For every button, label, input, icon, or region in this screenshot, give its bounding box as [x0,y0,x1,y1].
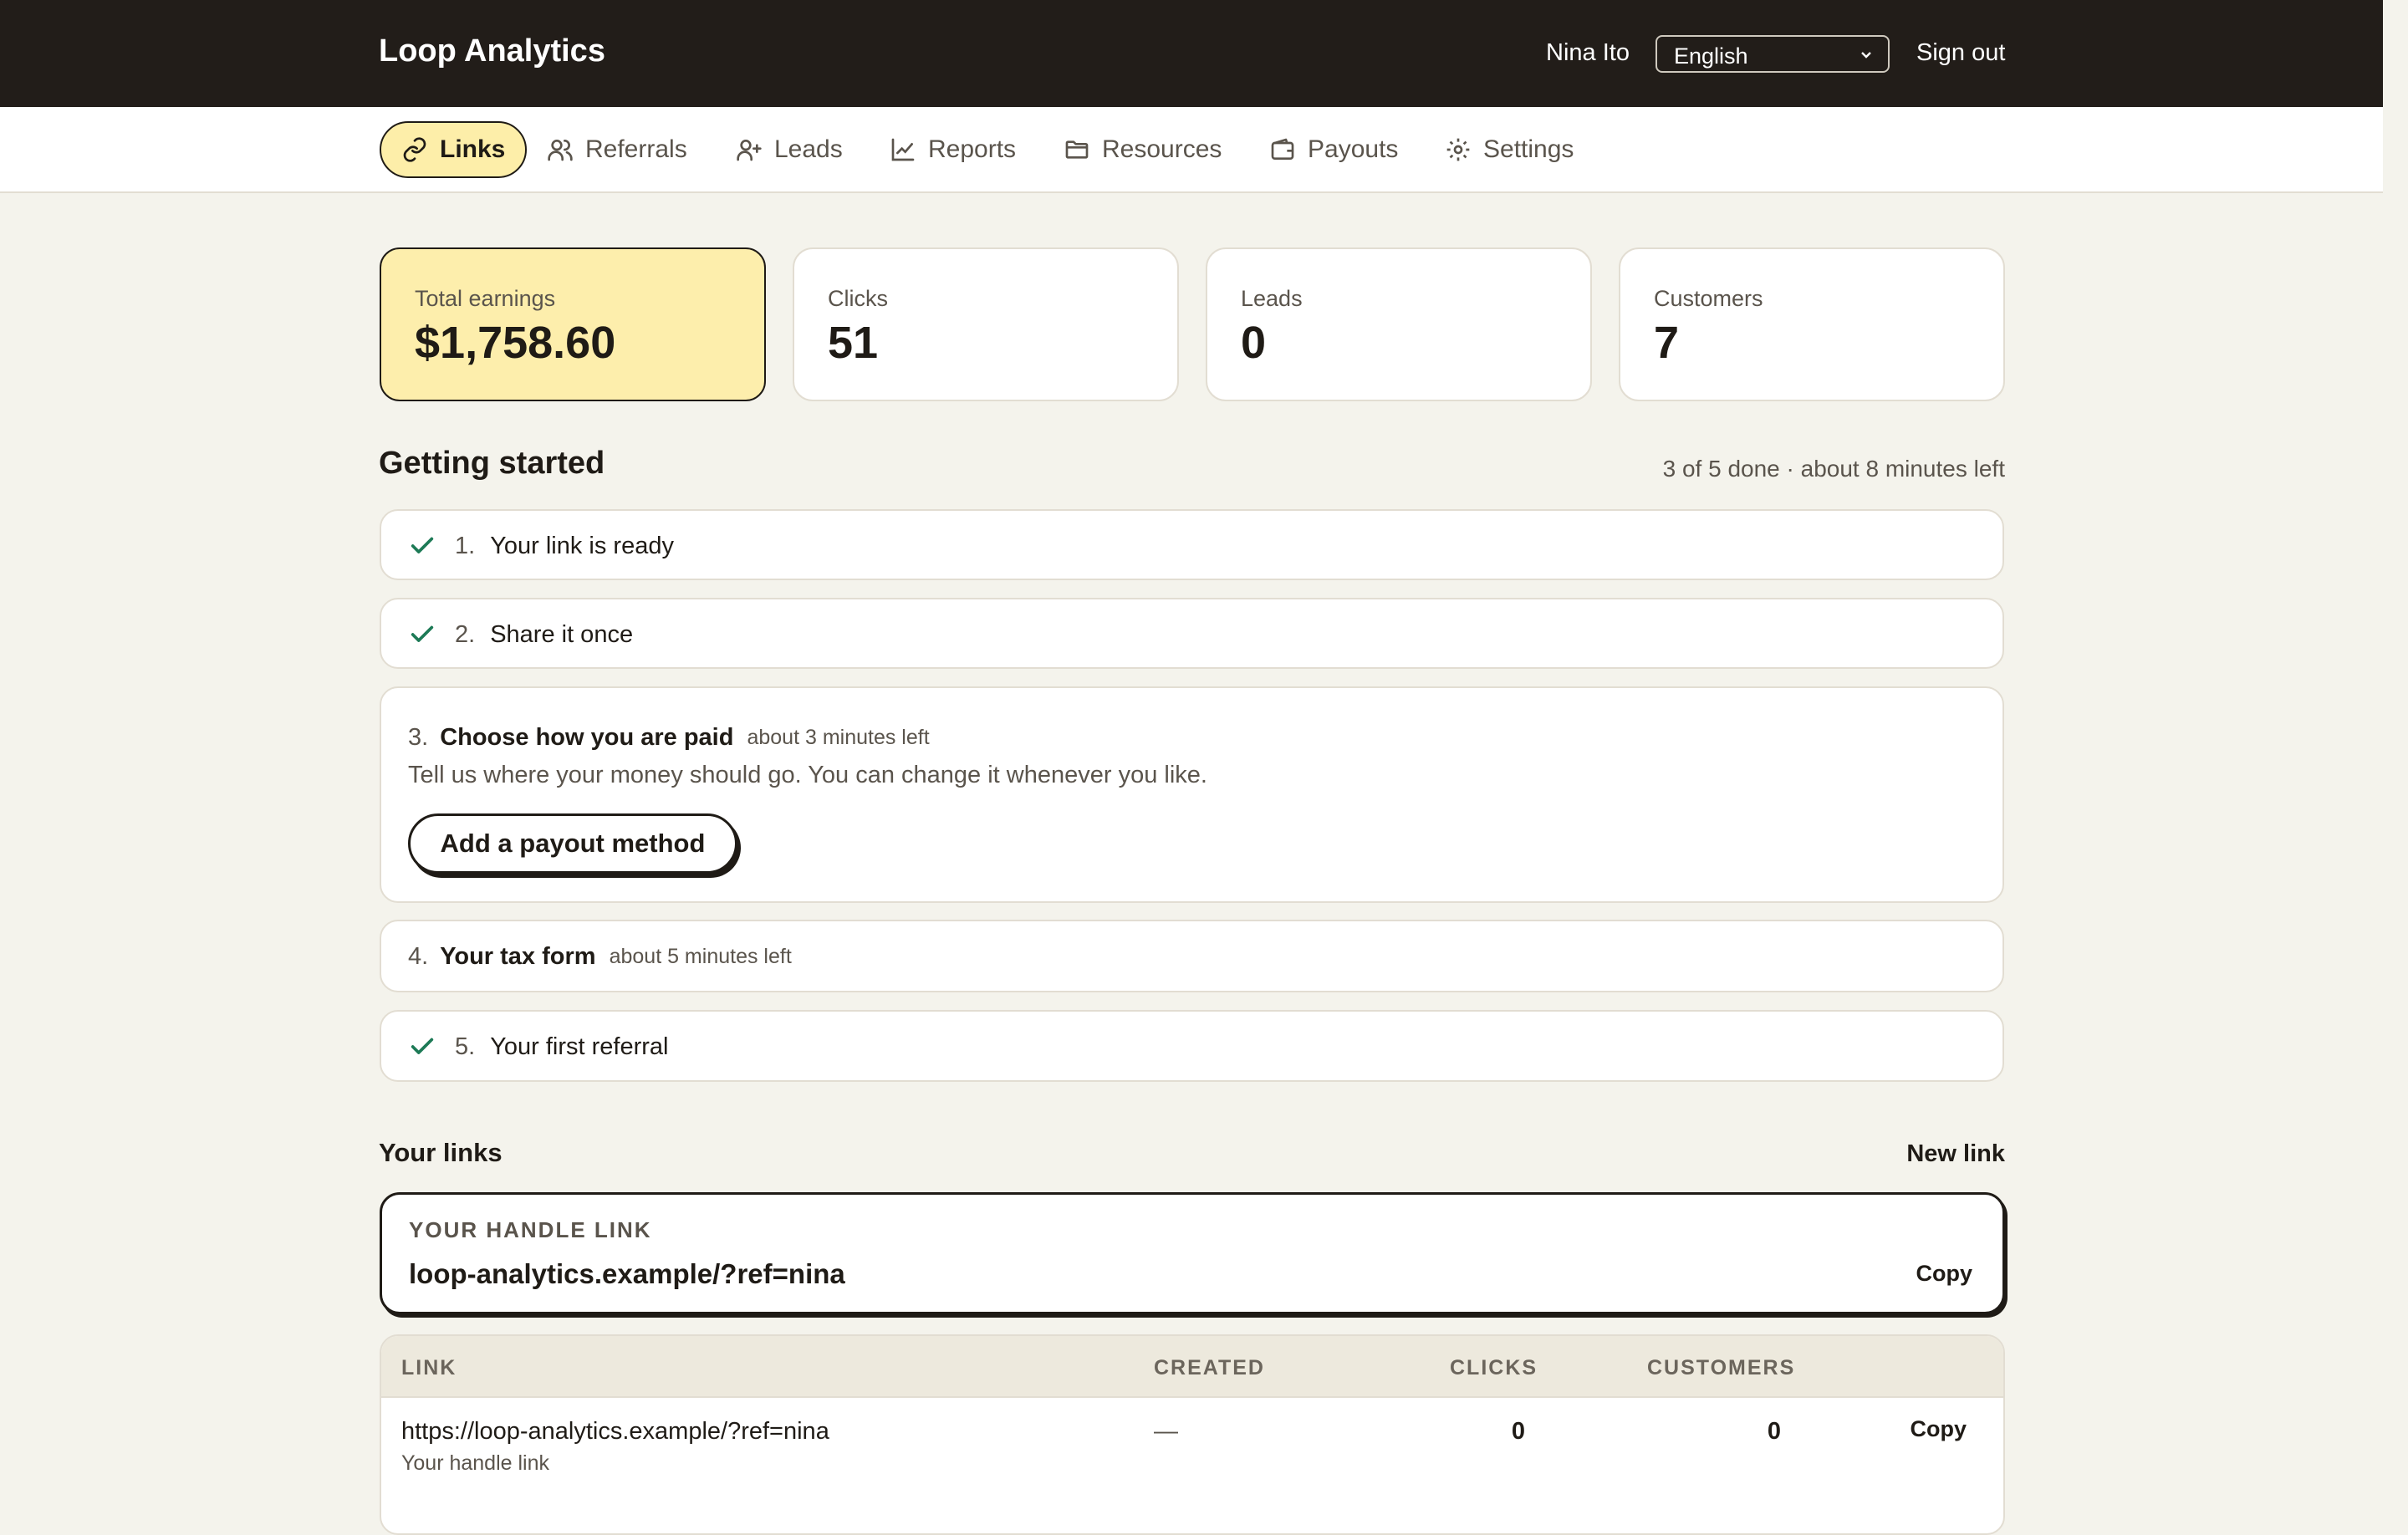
task-time-estimate: about 3 minutes left [747,725,930,749]
task-item-2[interactable]: 2. Share it once [380,598,2004,669]
gear-icon [1446,138,1470,161]
new-link-button[interactable]: New link [1839,1140,2005,1168]
check-icon [411,537,434,553]
column-header-link: LINK [401,1356,457,1379]
task-number: 1. [455,532,476,559]
stat-card-clicks: Clicks 51 [793,247,1179,401]
task-item-4[interactable]: 4. Your tax form about 5 minutes left [380,920,2004,992]
brand-logo[interactable]: Loop Analytics [379,33,605,69]
check-icon [411,1038,434,1054]
stat-label: Clicks [828,286,888,311]
task-title: Your tax form [440,943,596,970]
nav-tab-leads[interactable]: Leads [736,121,843,178]
main-nav: Links Referrals Leads Reports Resources … [0,107,2383,193]
copy-handle-link-button[interactable]: Copy [1916,1261,1973,1287]
nav-tab-links[interactable]: Links [380,121,528,178]
column-header-clicks: CLICKS [1450,1356,1538,1379]
task-description: Tell us where your money should go. You … [408,762,1207,788]
check-icon [411,625,434,642]
task-item-1[interactable]: 1. Your link is ready [380,509,2004,580]
column-header-created: CREATED [1154,1356,1265,1379]
folder-icon [1065,140,1089,159]
stat-card-leads: Leads 0 [1206,247,1592,401]
link-created: — [1154,1418,1178,1445]
link-subtitle: Your handle link [401,1451,549,1475]
stat-card-total-earnings: Total earnings $1,758.60 [380,247,766,401]
wallet-icon [1271,138,1294,160]
nav-tab-resources[interactable]: Resources [1064,121,1222,178]
nav-tab-label: Reports [928,135,1017,163]
link-clicks: 0 [1511,1418,1525,1445]
getting-started-title: Getting started [379,446,605,481]
sign-out-link[interactable]: Sign out [1916,39,2005,67]
link-customers: 0 [1767,1418,1781,1445]
handle-link-url: loop-analytics.example/?ref=nina [409,1258,845,1289]
users-icon [548,140,573,161]
stat-value: 7 [1654,318,1680,368]
stat-value: 0 [1241,318,1267,368]
nav-tab-label: Links [440,135,506,163]
nav-tab-settings[interactable]: Settings [1445,121,1574,178]
task-number: 5. [455,1033,476,1060]
chevron-down-icon [1861,52,1871,59]
links-table: LINK CREATED CLICKS CUSTOMERS https://lo… [380,1334,2005,1535]
your-links-title: Your links [379,1138,503,1167]
nav-tab-label: Settings [1483,135,1574,163]
getting-started-progress: 3 of 5 done · about 8 minutes left [1662,456,2005,482]
user-plus-icon [737,140,762,161]
top-bar: Loop Analytics Nina Ito English Sign out [0,0,2383,107]
table-row: https://loop-analytics.example/?ref=nina… [381,1398,2003,1498]
task-item-5[interactable]: 5. Your first referral [380,1010,2004,1082]
copy-link-button[interactable]: Copy [1870,1416,1967,1442]
user-name: Nina Ito [1546,39,1630,66]
task-title: Your link is ready [490,532,674,559]
stat-value: $1,758.60 [415,318,616,368]
link-icon [403,137,426,162]
task-number: 3. [408,723,429,751]
handle-link-label: YOUR HANDLE LINK [409,1217,652,1242]
language-select[interactable]: English [1656,35,1890,73]
stat-label: Total earnings [415,286,556,311]
nav-tab-label: Resources [1102,135,1222,163]
nav-tab-label: Payouts [1308,135,1399,163]
task-item-3: 3. Choose how you are paid about 3 minut… [380,686,2004,903]
task-title: Your first referral [490,1033,669,1060]
table-header: LINK CREATED CLICKS CUSTOMERS [381,1336,2003,1398]
link-url[interactable]: https://loop-analytics.example/?ref=nina [401,1418,829,1446]
stat-value: 51 [828,318,879,368]
nav-tab-payouts[interactable]: Payouts [1269,121,1398,178]
task-title: Choose how you are paid [440,723,734,751]
column-header-customers: CUSTOMERS [1647,1356,1796,1379]
task-title: Share it once [490,620,634,648]
nav-tab-referrals[interactable]: Referrals [547,121,687,178]
handle-link-card: YOUR HANDLE LINK loop-analytics.example/… [380,1192,2005,1314]
task-time-estimate: about 5 minutes left [609,945,792,968]
nav-tab-label: Leads [774,135,843,163]
stat-card-customers: Customers 7 [1619,247,2005,401]
stat-label: Leads [1241,286,1303,311]
stat-label: Customers [1654,286,1763,311]
chart-icon [891,138,915,161]
nav-tab-label: Referrals [585,135,687,163]
language-select-value: English [1674,43,1748,69]
nav-tab-reports[interactable]: Reports [890,121,1016,178]
add-payout-method-button[interactable]: Add a payout method [408,813,737,874]
task-number: 4. [408,943,429,970]
task-number: 2. [455,620,476,648]
